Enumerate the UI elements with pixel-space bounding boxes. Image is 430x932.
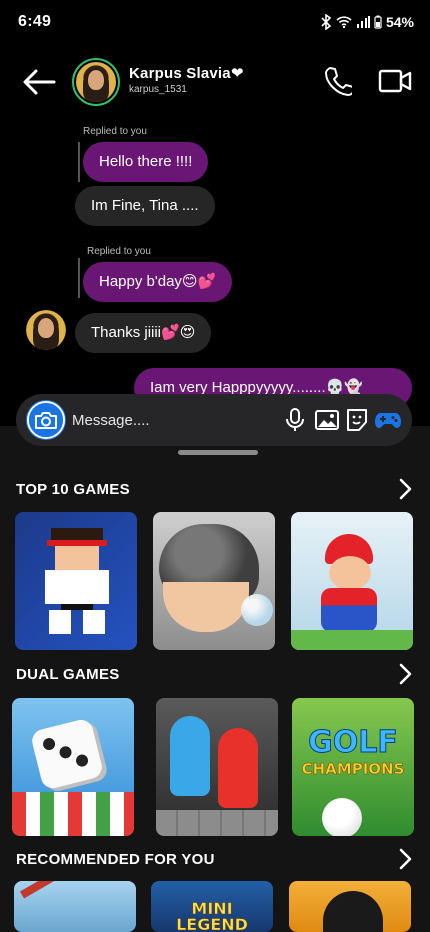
phone-call-icon[interactable] (324, 66, 352, 96)
message-bubble-received[interactable]: Thanks jiiii💕😍 (75, 313, 212, 353)
game-tile[interactable] (156, 698, 278, 836)
game-tile[interactable] (14, 881, 136, 932)
camera-icon (35, 412, 57, 429)
game-tile[interactable]: MINI LEGEND (151, 881, 273, 932)
game-thumbnail (163, 582, 249, 632)
message-composer (16, 394, 412, 446)
message-bubble-sent[interactable]: Hello there !!!! (83, 142, 209, 182)
contact-username: karpus_1531 (129, 84, 187, 95)
video-call-icon[interactable] (378, 68, 412, 94)
game-tile[interactable] (289, 881, 411, 932)
game-title-line: LEGEND (176, 915, 248, 932)
game-tile[interactable] (153, 512, 275, 650)
game-title: GOLF (308, 725, 399, 760)
avatar (76, 62, 116, 102)
section-title-dual-games: DUAL GAMES (16, 666, 120, 683)
game-title: MINI LEGEND (151, 900, 273, 932)
status-bar: 6:49 54% (0, 0, 430, 44)
game-thumbnail (170, 716, 210, 796)
battery-percent: 54% (385, 14, 414, 30)
back-arrow-icon[interactable] (22, 68, 56, 96)
chevron-right-icon[interactable] (398, 478, 414, 500)
game-thumbnail (37, 522, 117, 640)
game-thumbnail (291, 630, 413, 650)
gallery-icon[interactable] (314, 407, 340, 433)
microphone-icon[interactable] (282, 407, 308, 433)
game-thumbnail (12, 792, 134, 836)
game-thumbnail (321, 588, 377, 632)
sheet-drag-handle[interactable] (178, 450, 258, 455)
status-icons: 54% (320, 14, 414, 30)
chevron-right-icon[interactable] (398, 848, 414, 870)
reply-line (78, 142, 80, 182)
games-panel: TOP 10 GAMES DUAL GAMES GOLF CHAMPIONS R… (0, 426, 430, 932)
reply-label: Replied to you (87, 246, 151, 257)
signal-icon (356, 16, 370, 28)
camera-button[interactable] (26, 400, 66, 440)
game-thumbnail (218, 728, 258, 808)
status-time: 6:49 (18, 13, 52, 30)
wifi-icon (336, 16, 352, 29)
chat-header: Karpus Slavia❤ karpus_1531 (0, 56, 430, 108)
game-tile[interactable]: GOLF CHAMPIONS (292, 698, 414, 836)
chevron-right-icon[interactable] (398, 663, 414, 685)
game-tile[interactable] (12, 698, 134, 836)
message-bubble-received[interactable]: Im Fine, Tina .... (75, 186, 215, 226)
section-title-top-games: TOP 10 GAMES (16, 481, 130, 498)
avatar (26, 310, 66, 350)
game-thumbnail (29, 717, 105, 791)
game-thumbnail (156, 810, 278, 836)
contact-info[interactable]: Karpus Slavia❤ karpus_1531 (129, 64, 244, 95)
battery-icon (374, 15, 382, 29)
bluetooth-icon (321, 14, 332, 30)
section-title-recommended: RECOMMENDED FOR YOU (16, 851, 215, 868)
contact-avatar[interactable] (72, 58, 120, 106)
game-controller-icon[interactable] (374, 407, 402, 433)
message-bubble-sent[interactable]: Happy b'day😊💕 (83, 262, 233, 302)
sender-avatar[interactable] (26, 310, 66, 350)
game-thumbnail (329, 556, 371, 590)
game-tile[interactable] (15, 512, 137, 650)
game-thumbnail (322, 798, 362, 836)
game-thumbnail (241, 594, 273, 626)
message-input[interactable] (72, 408, 272, 432)
reply-label: Replied to you (83, 126, 147, 137)
contact-name: Karpus Slavia❤ (129, 65, 244, 82)
game-subtitle: CHAMPIONS (301, 760, 405, 779)
sticker-icon[interactable] (344, 407, 370, 433)
reply-line (78, 258, 80, 298)
game-tile[interactable] (291, 512, 413, 650)
